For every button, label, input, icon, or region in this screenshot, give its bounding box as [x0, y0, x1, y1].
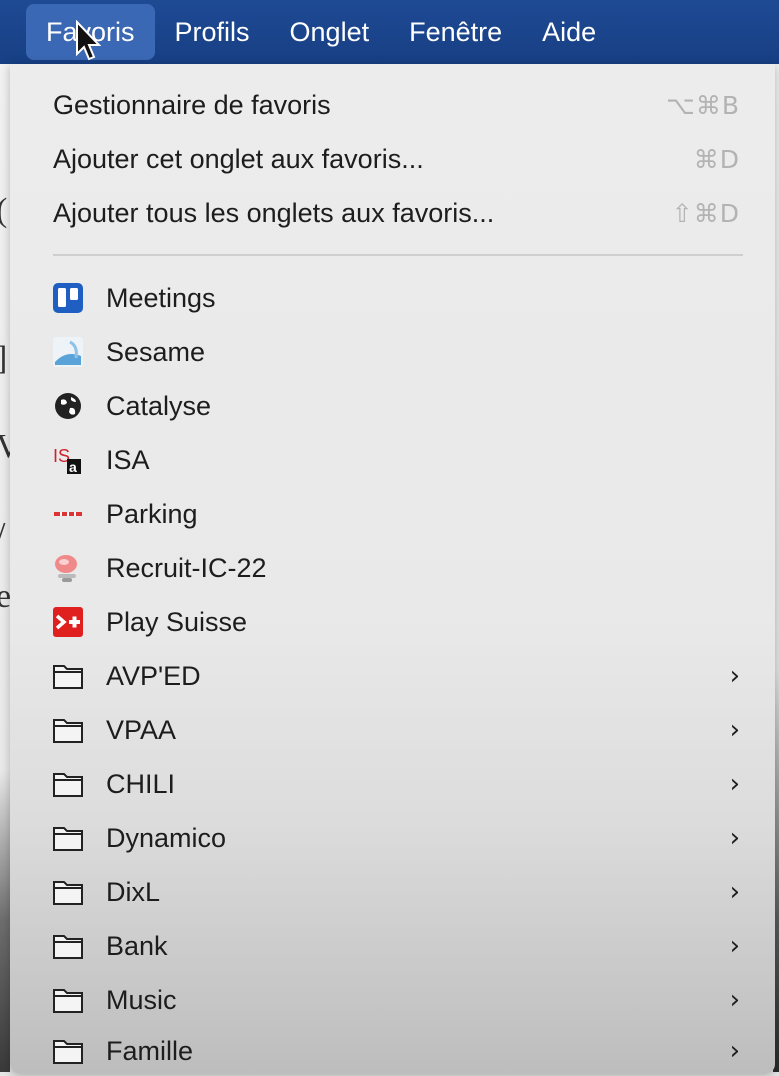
folder-label: VPAA [106, 714, 177, 745]
shortcut-label: ⌘D [693, 144, 740, 174]
folder-dynamico[interactable]: Dynamico › [10, 813, 775, 863]
folder-avped[interactable]: AVP'ED › [10, 651, 775, 701]
folder-chili[interactable]: CHILI › [10, 759, 775, 809]
menu-item-bookmark-all-tabs[interactable]: Ajouter tous les onglets aux favoris... … [10, 188, 775, 238]
chevron-right-icon: › [729, 661, 740, 691]
folder-icon [52, 930, 84, 962]
bookmark-parking[interactable]: Parking [10, 489, 775, 539]
bookmark-label: Recruit-IC-22 [106, 552, 267, 583]
bookmark-label: Catalyse [106, 390, 212, 421]
chevron-right-icon: › [729, 1036, 740, 1066]
folder-icon [52, 660, 84, 692]
isa-icon: IS a [52, 444, 84, 476]
chevron-right-icon: › [729, 877, 740, 907]
svg-text:a: a [69, 459, 77, 475]
menu-separator [53, 254, 743, 256]
chevron-right-icon: › [729, 769, 740, 799]
folder-label: Bank [106, 930, 168, 961]
mouse-cursor-icon [76, 20, 102, 61]
folder-dixl[interactable]: DixL › [10, 867, 775, 917]
bookmark-sesame[interactable]: Sesame [10, 327, 775, 377]
recruit-icon [52, 552, 84, 584]
chevron-right-icon: › [729, 823, 740, 853]
shortcut-label: ⇧⌘D [671, 198, 740, 228]
folder-icon [52, 984, 84, 1016]
menu-item-bookmark-manager[interactable]: Gestionnaire de favoris ⌥⌘B [10, 80, 775, 130]
bookmark-isa[interactable]: IS a ISA [10, 435, 775, 485]
folder-label: AVP'ED [106, 660, 201, 691]
menu-item-label: Ajouter cet onglet aux favoris... [53, 143, 424, 174]
globe-icon [52, 390, 84, 422]
menubar-onglet[interactable]: Onglet [270, 0, 390, 64]
folder-label: CHILI [106, 768, 176, 799]
chevron-right-icon: › [729, 985, 740, 1015]
bookmark-meetings[interactable]: Meetings [10, 273, 775, 323]
folder-famille[interactable]: Famille › [10, 1026, 775, 1076]
folder-icon [52, 768, 84, 800]
bookmark-catalyse[interactable]: Catalyse [10, 381, 775, 431]
menu-bar: Favoris Profils Onglet Fenêtre Aide [0, 0, 779, 64]
menu-item-bookmark-tab[interactable]: Ajouter cet onglet aux favoris... ⌘D [10, 134, 775, 184]
chevron-right-icon: › [729, 931, 740, 961]
menubar-aide[interactable]: Aide [522, 0, 616, 64]
favoris-dropdown-menu: Gestionnaire de favoris ⌥⌘B Ajouter cet … [10, 64, 775, 1074]
chevron-right-icon: › [729, 715, 740, 745]
bookmark-label: ISA [106, 444, 150, 475]
folder-label: Famille [106, 1035, 194, 1066]
folder-bank[interactable]: Bank › [10, 921, 775, 971]
folder-label: Dynamico [106, 822, 227, 853]
menu-item-label: Ajouter tous les onglets aux favoris... [53, 197, 495, 228]
folder-icon [52, 714, 84, 746]
folder-vpaa[interactable]: VPAA › [10, 705, 775, 755]
shortcut-label: ⌥⌘B [666, 90, 740, 120]
sesame-icon [52, 336, 84, 368]
play-suisse-icon [52, 606, 84, 638]
parking-icon [52, 498, 84, 530]
folder-icon [52, 876, 84, 908]
folder-label: DixL [106, 876, 161, 907]
folder-music[interactable]: Music › [10, 975, 775, 1025]
bookmark-play-suisse[interactable]: Play Suisse [10, 597, 775, 647]
folder-label: Music [106, 984, 177, 1015]
trello-icon [52, 282, 84, 314]
folder-icon [52, 822, 84, 854]
menubar-profils[interactable]: Profils [155, 0, 270, 64]
bookmark-recruit[interactable]: Recruit-IC-22 [10, 543, 775, 593]
bookmark-label: Play Suisse [106, 606, 248, 637]
bookmark-label: Sesame [106, 336, 206, 367]
background-window-left: ( ] V / e [0, 64, 21, 1072]
bookmark-label: Parking [106, 498, 198, 529]
menubar-fenetre[interactable]: Fenêtre [389, 0, 522, 64]
menu-item-label: Gestionnaire de favoris [53, 89, 331, 120]
bookmark-label: Meetings [106, 282, 216, 313]
folder-icon [52, 1035, 84, 1067]
